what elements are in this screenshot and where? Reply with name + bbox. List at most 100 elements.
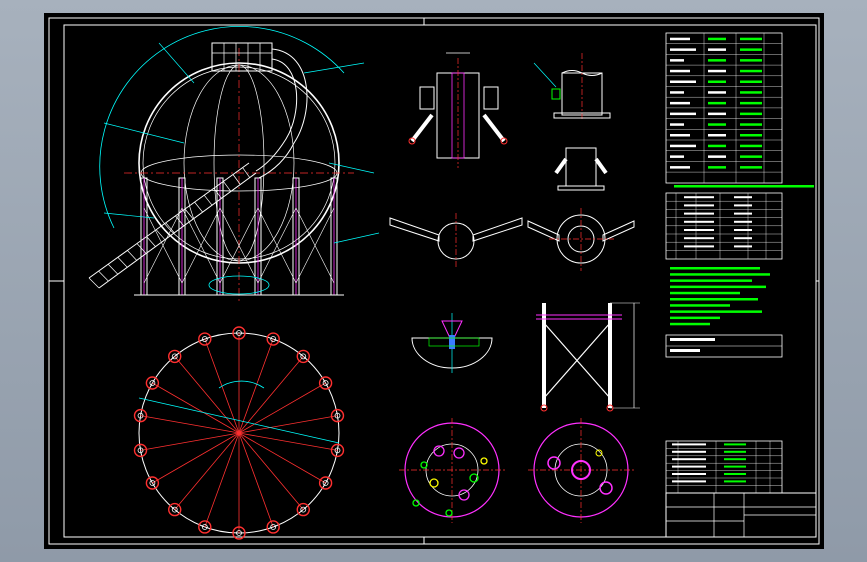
table-cell-text (708, 155, 726, 158)
ladder-rung (107, 263, 119, 275)
weld-detail-view[interactable] (411, 313, 493, 373)
nozzle (599, 481, 613, 495)
drawing-sheet[interactable] (44, 13, 824, 549)
top-nozzle (445, 509, 453, 517)
leader-line (533, 62, 557, 88)
table-cell-text (708, 134, 726, 137)
table-cell-text (740, 112, 762, 116)
ladder-rung (203, 194, 213, 206)
plan-radial-lines (140, 333, 338, 533)
table-cell-text (740, 59, 762, 62)
table-cell-text (740, 91, 762, 94)
table-cell-text (734, 229, 752, 231)
table-cell-text (724, 450, 746, 453)
top-nozzle (453, 447, 465, 459)
table-cell-text (672, 443, 706, 446)
table-cell-text (708, 80, 726, 83)
table-cell-text (708, 91, 726, 94)
ladder-rung (146, 236, 156, 247)
table-cell-text (708, 37, 726, 41)
table-cell-text (740, 80, 762, 83)
section-a-view[interactable] (408, 52, 508, 168)
section-b-view[interactable] (533, 53, 611, 191)
plan-ray (238, 432, 304, 510)
table-cell-text (670, 166, 690, 169)
table-cell-text (734, 204, 752, 207)
ladder-rail-bottom (98, 172, 257, 289)
table-cell-text (734, 196, 752, 199)
table-cell-text (670, 69, 690, 73)
arm-left (389, 217, 440, 242)
nozzle (547, 456, 561, 470)
top-nozzle (480, 457, 488, 465)
nozzle-table-rows (666, 193, 782, 259)
section-d-view[interactable] (527, 208, 635, 271)
bracing-detail-view[interactable] (536, 302, 640, 412)
leader-line (333, 232, 380, 244)
table-cell-text (684, 204, 714, 207)
plan-ray (238, 432, 274, 528)
table-cell-text (740, 134, 762, 137)
top-nozzle-plan-view[interactable] (399, 418, 506, 523)
table-cell-text (670, 155, 684, 158)
strut-right (483, 86, 499, 110)
lug (551, 88, 561, 100)
tank-elevation-view[interactable] (88, 26, 380, 303)
note-line (670, 279, 752, 282)
table-cell-text (670, 101, 690, 105)
technical-notes (670, 267, 770, 326)
ladder-rung (117, 257, 128, 268)
table-cell-text (684, 237, 714, 240)
spiral-stair-inner (255, 58, 298, 172)
table-footnote (674, 185, 814, 188)
column-plan-view[interactable] (133, 326, 345, 540)
table-cell-text (740, 123, 762, 126)
arm-right (472, 217, 523, 242)
table-cell-text (672, 465, 706, 468)
table-cell-text (672, 473, 706, 475)
table-cell-text (740, 37, 762, 41)
table-cell-text (708, 48, 726, 51)
table-cell-text (684, 212, 714, 215)
strut-left (419, 86, 435, 110)
lower-column (565, 147, 597, 187)
leader-line (303, 62, 365, 74)
table-cell-text (670, 134, 690, 137)
top-nozzle (429, 478, 439, 488)
revision-text (670, 338, 715, 341)
table-cell-text (740, 69, 762, 73)
table-cell-text (734, 220, 752, 223)
plan-ray (174, 356, 240, 434)
table-cell-text (734, 245, 752, 248)
table-cell-text (670, 37, 690, 41)
table-cell-text (708, 166, 726, 169)
table-cell-text (670, 91, 684, 94)
table-cell-text (708, 59, 726, 62)
title-block-tables[interactable] (665, 32, 817, 538)
table-cell-text (672, 458, 706, 461)
table-cell-text (670, 59, 684, 62)
bottom-nozzle-plan-view[interactable] (528, 418, 634, 523)
table-cell-text (708, 144, 726, 148)
note-line (670, 273, 770, 276)
table-cell-text (684, 220, 714, 223)
table-cell-text (670, 123, 684, 126)
weld-bead (449, 335, 455, 349)
table-cell-text (684, 229, 714, 231)
arm-left (527, 220, 560, 242)
table-cell-text (734, 212, 752, 215)
brace-left (410, 113, 434, 143)
note-line (670, 298, 758, 301)
plan-ray (174, 432, 240, 510)
ladder-rung (98, 270, 109, 282)
ladder-rung (223, 181, 232, 192)
drawing-canvas[interactable] (44, 13, 824, 549)
arm-right (602, 220, 635, 242)
plan-ray (204, 432, 240, 528)
brace-right (482, 113, 506, 143)
table-cell-text (672, 450, 706, 453)
table-cell-text (670, 112, 696, 116)
table-cell-text (708, 69, 726, 73)
plan-ray (238, 338, 274, 434)
section-c-view[interactable] (389, 213, 523, 268)
